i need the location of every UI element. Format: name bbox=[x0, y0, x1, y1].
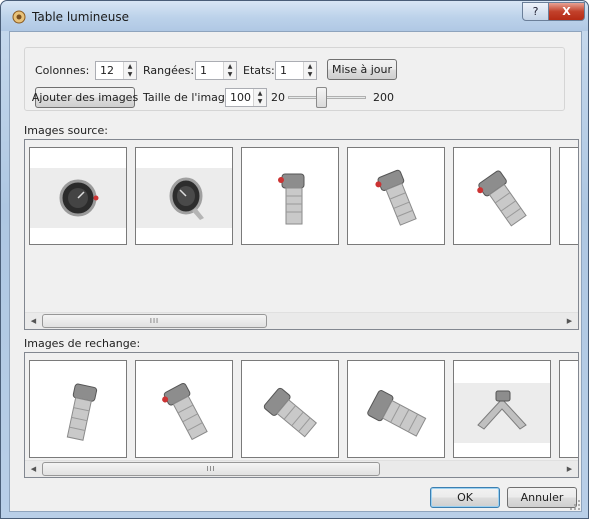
scroll-right-icon[interactable]: ▶ bbox=[561, 461, 578, 477]
watch-lying-icon bbox=[367, 390, 427, 437]
watch-side-icon bbox=[66, 383, 98, 441]
rows-stepper[interactable]: ▲ ▼ bbox=[223, 62, 236, 79]
spare-thumbnail-row bbox=[25, 353, 578, 460]
rows-spinbox[interactable]: 1 ▲ ▼ bbox=[195, 61, 237, 80]
stepper-up-icon[interactable]: ▲ bbox=[304, 62, 316, 70]
image-size-slider-handle[interactable] bbox=[316, 87, 327, 108]
spare-images-label: Images de rechange: bbox=[24, 337, 141, 350]
source-thumbnail-3[interactable] bbox=[241, 147, 339, 245]
source-images-label: Images source: bbox=[24, 124, 108, 137]
source-thumbnail-5[interactable] bbox=[453, 147, 551, 245]
spare-thumbnail-6[interactable] bbox=[559, 360, 578, 458]
title-bar[interactable]: Table lumineuse ? X bbox=[1, 1, 588, 31]
resize-grip-icon[interactable] bbox=[569, 499, 581, 511]
image-size-label: Taille de l'image: bbox=[143, 91, 236, 104]
spare-thumbnail-5[interactable] bbox=[453, 360, 551, 458]
stepper-down-icon[interactable]: ▼ bbox=[254, 97, 266, 105]
spare-scroll-thumb[interactable]: III bbox=[42, 462, 380, 476]
rows-value[interactable]: 1 bbox=[200, 64, 207, 77]
image-size-spinbox[interactable]: 100 ▲ ▼ bbox=[225, 88, 267, 107]
watch-side-icon bbox=[375, 169, 417, 226]
watch-front-icon bbox=[136, 168, 232, 228]
rows-label: Rangées: bbox=[143, 64, 195, 77]
ok-button[interactable]: OK bbox=[430, 487, 500, 508]
source-thumbnail-6[interactable] bbox=[559, 147, 578, 245]
dialog-window: Table lumineuse ? X Colonnes: 12 ▲ ▼ Ran… bbox=[0, 0, 589, 519]
source-thumbnail-2[interactable] bbox=[135, 147, 233, 245]
window-title: Table lumineuse bbox=[32, 10, 130, 24]
add-images-button[interactable]: Ajouter des images bbox=[32, 87, 138, 108]
states-label: Etats: bbox=[243, 64, 275, 77]
source-scroll-thumb[interactable]: III bbox=[42, 314, 267, 328]
source-images-panel[interactable]: ◀ III ▶ bbox=[24, 139, 579, 330]
image-size-stepper[interactable]: ▲ ▼ bbox=[253, 89, 266, 106]
spare-images-panel[interactable]: ◀ III ▶ bbox=[24, 352, 579, 478]
spare-thumbnail-3[interactable] bbox=[241, 360, 339, 458]
watch-side-icon bbox=[477, 170, 527, 227]
columns-value[interactable]: 12 bbox=[100, 64, 114, 77]
stepper-down-icon[interactable]: ▼ bbox=[304, 70, 316, 78]
slider-max-label: 200 bbox=[373, 91, 394, 104]
stepper-down-icon[interactable]: ▼ bbox=[224, 70, 236, 78]
close-button[interactable]: X bbox=[548, 2, 585, 21]
columns-stepper[interactable]: ▲ ▼ bbox=[123, 62, 136, 79]
scroll-right-icon[interactable]: ▶ bbox=[561, 313, 578, 329]
settings-group: Colonnes: 12 ▲ ▼ Rangées: 1 ▲ ▼ Etats: 1 bbox=[24, 47, 565, 111]
cancel-button[interactable]: Annuler bbox=[507, 487, 577, 508]
watch-front-icon bbox=[30, 168, 126, 228]
light-table-app-icon bbox=[12, 10, 26, 24]
columns-label: Colonnes: bbox=[35, 64, 90, 77]
stepper-up-icon[interactable]: ▲ bbox=[254, 89, 266, 97]
image-size-value[interactable]: 100 bbox=[230, 91, 251, 104]
spare-thumbnail-1[interactable] bbox=[29, 360, 127, 458]
watch-lying-icon bbox=[263, 387, 317, 438]
image-size-slider-track[interactable] bbox=[288, 96, 366, 99]
states-stepper[interactable]: ▲ ▼ bbox=[303, 62, 316, 79]
stepper-down-icon[interactable]: ▼ bbox=[124, 70, 136, 78]
watch-side-icon bbox=[162, 382, 208, 441]
states-spinbox[interactable]: 1 ▲ ▼ bbox=[275, 61, 317, 80]
scroll-left-icon[interactable]: ◀ bbox=[25, 461, 42, 477]
spare-horizontal-scrollbar[interactable]: ◀ III ▶ bbox=[25, 460, 578, 477]
stepper-up-icon[interactable]: ▲ bbox=[124, 62, 136, 70]
states-value[interactable]: 1 bbox=[280, 64, 287, 77]
watch-bracelet-icon bbox=[454, 383, 550, 443]
update-button[interactable]: Mise à jour bbox=[327, 59, 397, 80]
watch-side-icon bbox=[278, 173, 305, 225]
dialog-client-area: Colonnes: 12 ▲ ▼ Rangées: 1 ▲ ▼ Etats: 1 bbox=[9, 31, 582, 512]
slider-min-label: 20 bbox=[271, 91, 285, 104]
source-thumbnail-row bbox=[25, 140, 578, 312]
source-horizontal-scrollbar[interactable]: ◀ III ▶ bbox=[25, 312, 578, 329]
spare-thumbnail-2[interactable] bbox=[135, 360, 233, 458]
spare-thumbnail-4[interactable] bbox=[347, 360, 445, 458]
stepper-up-icon[interactable]: ▲ bbox=[224, 62, 236, 70]
scroll-left-icon[interactable]: ◀ bbox=[25, 313, 42, 329]
source-thumbnail-4[interactable] bbox=[347, 147, 445, 245]
columns-spinbox[interactable]: 12 ▲ ▼ bbox=[95, 61, 137, 80]
help-button[interactable]: ? bbox=[522, 2, 549, 21]
source-thumbnail-1[interactable] bbox=[29, 147, 127, 245]
